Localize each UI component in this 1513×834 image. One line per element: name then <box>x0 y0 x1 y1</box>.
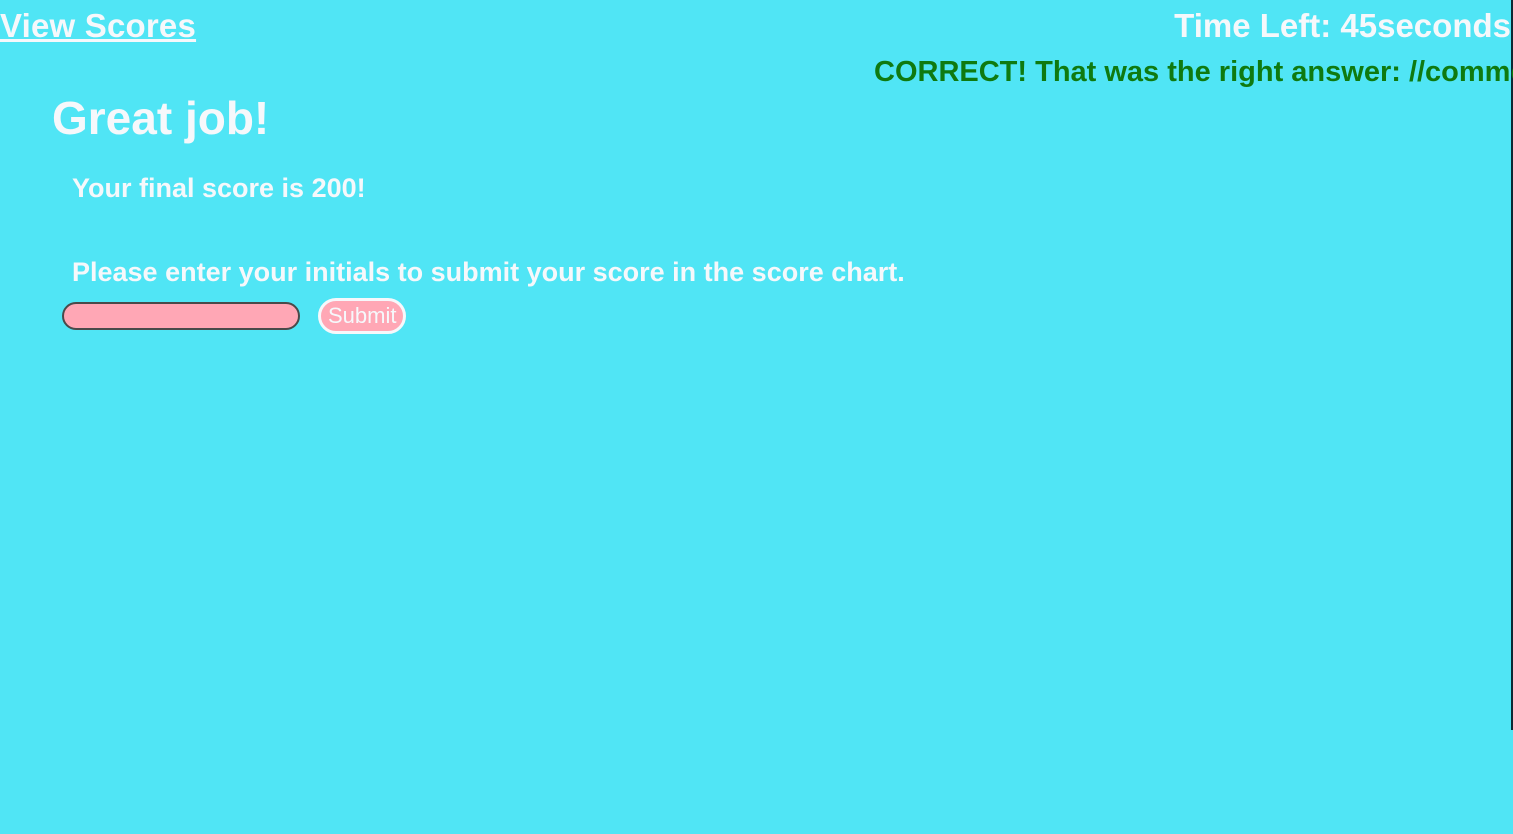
submit-button[interactable]: Submit <box>318 298 407 334</box>
score-submit-form: Submit <box>62 298 407 334</box>
initials-instructions: Please enter your initials to submit you… <box>72 257 905 287</box>
initials-input[interactable] <box>62 302 300 330</box>
answer-feedback: CORRECT! That was the right answer: //co… <box>874 56 1513 88</box>
view-scores-link[interactable]: View Scores <box>0 6 196 46</box>
time-left: Time Left: 45seconds <box>1174 7 1511 44</box>
final-score-text: Your final score is 200! <box>72 173 366 203</box>
page-title: Great job! <box>52 91 270 144</box>
